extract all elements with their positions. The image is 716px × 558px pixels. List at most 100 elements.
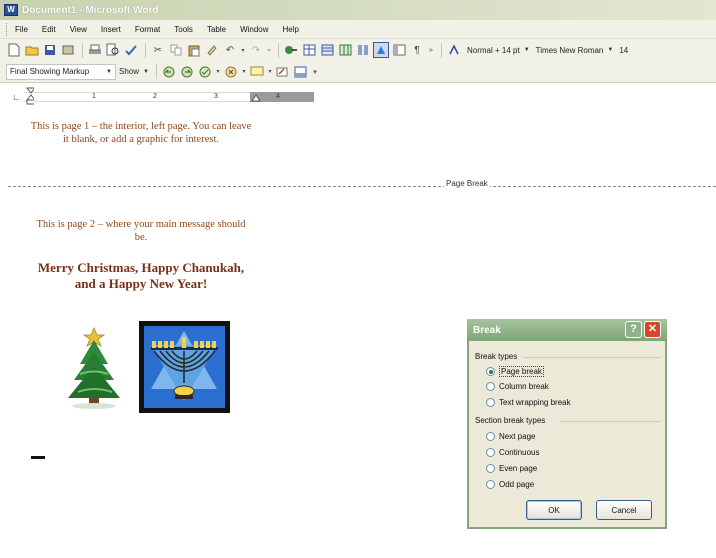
font-size-combo[interactable]: 14 <box>616 42 631 58</box>
insert-hyperlink-icon[interactable] <box>283 42 299 58</box>
toolbar-separator <box>82 42 83 58</box>
show-menu-button[interactable]: Show ▼ <box>116 64 152 80</box>
menu-tools[interactable]: Tools <box>174 25 193 34</box>
menu-bar: File Edit View Insert Format Tools Table… <box>0 20 716 39</box>
accept-change-icon[interactable] <box>197 64 213 80</box>
tab-selector-icon[interactable]: ∟ <box>12 92 21 102</box>
radio-continuous[interactable]: Continuous <box>486 448 539 457</box>
ok-button[interactable]: OK <box>526 500 582 520</box>
accept-dropdown-icon[interactable]: ▾ <box>215 64 221 80</box>
comment-dropdown-icon[interactable]: ▾ <box>267 64 273 80</box>
radio-page-break[interactable]: Page break <box>486 366 544 377</box>
ruler-number: 2 <box>153 93 157 100</box>
group-divider <box>523 357 661 358</box>
radio-icon[interactable] <box>486 398 495 407</box>
radio-label: Page break <box>499 366 544 377</box>
radio-even-page[interactable]: Even page <box>486 464 537 473</box>
previous-change-icon[interactable] <box>161 64 177 80</box>
permission-icon[interactable] <box>60 42 76 58</box>
paste-icon[interactable] <box>186 42 202 58</box>
radio-label: Odd page <box>499 480 535 489</box>
show-hide-icon[interactable]: ¶ <box>409 42 425 58</box>
radio-column-break[interactable]: Column break <box>486 382 549 391</box>
radio-selected-icon[interactable] <box>486 367 495 376</box>
menu-window[interactable]: Window <box>240 25 268 34</box>
copy-icon[interactable] <box>168 42 184 58</box>
next-change-icon[interactable] <box>179 64 195 80</box>
menu-insert[interactable]: Insert <box>101 25 121 34</box>
menu-help[interactable]: Help <box>283 25 299 34</box>
toolbar-options-icon[interactable]: ▾ <box>311 64 319 80</box>
section-break-types-label: Section break types <box>475 416 546 425</box>
undo-dropdown-icon[interactable]: ▾ <box>240 42 246 58</box>
radio-icon[interactable] <box>486 432 495 441</box>
format-painter-icon[interactable] <box>204 42 220 58</box>
radio-label: Next page <box>499 432 536 441</box>
radio-next-page[interactable]: Next page <box>486 432 535 441</box>
radio-icon[interactable] <box>486 382 495 391</box>
text-cursor-mark <box>31 456 45 459</box>
cut-icon[interactable]: ✂ <box>150 42 166 58</box>
horizontal-ruler[interactable]: ∟ 1 2 3 4 <box>0 84 716 112</box>
insert-table-icon[interactable] <box>319 42 335 58</box>
document-map-icon[interactable] <box>391 42 407 58</box>
toolbar-separator <box>278 42 279 58</box>
word-app-icon[interactable]: W <box>4 4 18 16</box>
reject-change-icon[interactable] <box>223 64 239 80</box>
open-folder-icon[interactable] <box>24 42 40 58</box>
toolbar-separator <box>145 42 146 58</box>
menu-grip[interactable] <box>6 22 9 36</box>
radio-text-wrapping-break[interactable]: Text wrapping break <box>486 398 571 407</box>
markup-view-combo[interactable]: Final Showing Markup ▼ <box>6 63 116 80</box>
styles-formatting-icon[interactable] <box>446 42 462 58</box>
radio-icon[interactable] <box>486 448 495 457</box>
indent-marker-icon[interactable] <box>26 87 34 105</box>
christmas-tree-image[interactable] <box>60 322 128 410</box>
markup-view-value: Final Showing Markup <box>10 67 90 76</box>
redo-icon[interactable]: ↷ <box>248 42 264 58</box>
track-changes-icon[interactable] <box>275 64 291 80</box>
right-indent-marker-icon[interactable] <box>251 94 261 102</box>
group-divider <box>561 421 661 422</box>
menorah-image[interactable] <box>139 321 230 413</box>
radio-odd-page[interactable]: Odd page <box>486 480 534 489</box>
undo-icon[interactable]: ↶ <box>222 42 238 58</box>
radio-label: Text wrapping break <box>499 398 571 407</box>
radio-icon[interactable] <box>486 464 495 473</box>
columns-icon[interactable] <box>355 42 371 58</box>
page2-paragraph[interactable]: This is page 2 – where your main message… <box>30 218 252 244</box>
insert-excel-icon[interactable] <box>337 42 353 58</box>
menu-file[interactable]: File <box>15 25 28 34</box>
close-icon[interactable]: ✕ <box>644 321 661 338</box>
tables-borders-icon[interactable] <box>301 42 317 58</box>
greeting-heading[interactable]: Merry Christmas, Happy Chanukah, and a H… <box>30 260 252 292</box>
cancel-button[interactable]: Cancel <box>596 500 652 520</box>
print-icon[interactable] <box>87 42 103 58</box>
chevron-down-icon: ▼ <box>607 47 614 53</box>
radio-icon[interactable] <box>486 480 495 489</box>
dialog-title: Break <box>473 324 501 336</box>
toolbar-separator <box>155 64 157 79</box>
insert-comment-icon[interactable] <box>249 64 265 80</box>
menu-table[interactable]: Table <box>207 25 226 34</box>
reject-dropdown-icon[interactable]: ▾ <box>241 64 247 80</box>
menu-format[interactable]: Format <box>135 25 160 34</box>
reviewing-pane-icon[interactable] <box>293 64 309 80</box>
font-combo[interactable]: Times New Roman ▼ <box>533 42 617 58</box>
print-preview-icon[interactable] <box>105 42 121 58</box>
ruler-number: 1 <box>92 93 96 100</box>
page1-paragraph[interactable]: This is page 1 – the interior, left page… <box>30 120 252 146</box>
chevron-down-icon: ▼ <box>523 47 530 53</box>
new-document-icon[interactable] <box>6 42 22 58</box>
menu-edit[interactable]: Edit <box>42 25 56 34</box>
menu-view[interactable]: View <box>70 25 87 34</box>
font-size-value: 14 <box>619 45 629 55</box>
toolbar-options-icon[interactable]: » <box>427 42 435 58</box>
spelling-icon[interactable] <box>123 42 139 58</box>
redo-dropdown-icon[interactable]: ▾ <box>266 42 272 58</box>
help-icon[interactable]: ? <box>625 321 642 338</box>
radio-label: Continuous <box>499 448 540 457</box>
style-combo[interactable]: Normal + 14 pt ▼ <box>464 42 533 58</box>
save-icon[interactable] <box>42 42 58 58</box>
drawing-icon[interactable] <box>373 42 389 58</box>
